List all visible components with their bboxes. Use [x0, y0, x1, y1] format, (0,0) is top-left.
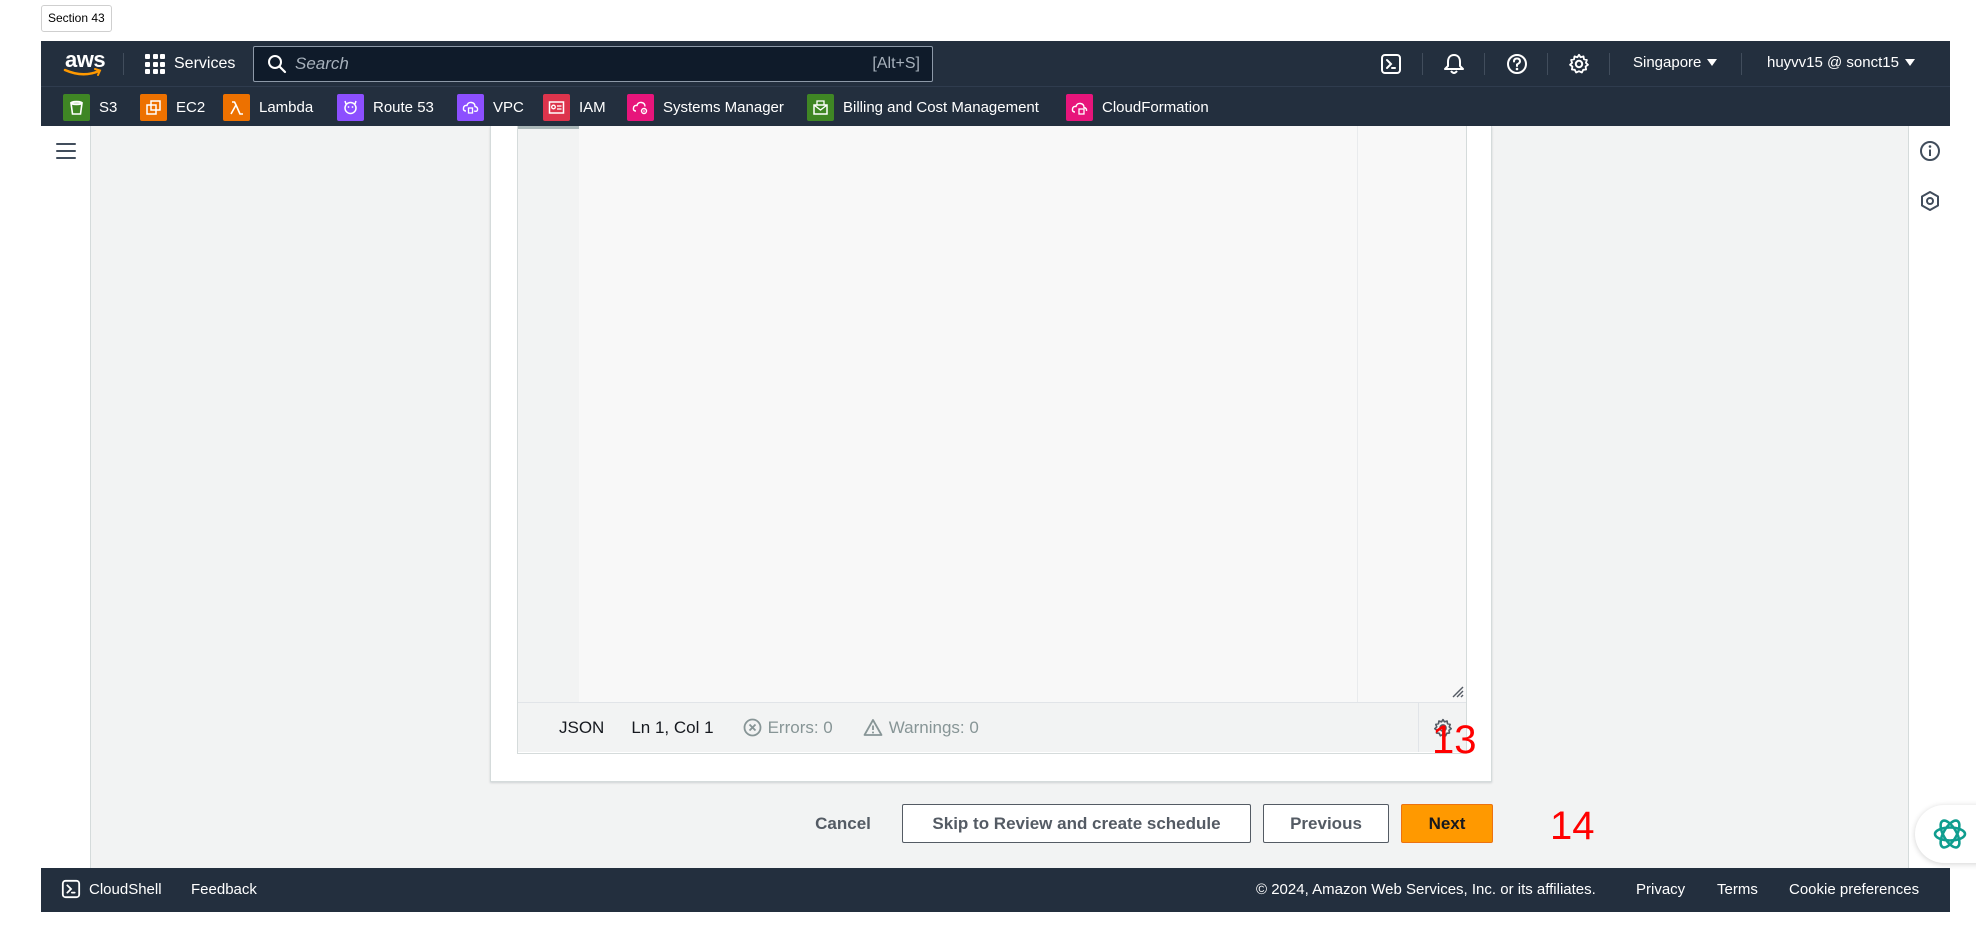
iam-icon [543, 94, 570, 121]
favorite-label: Lambda [259, 99, 314, 116]
warnings-indicator[interactable]: Warnings: 0 [863, 718, 979, 738]
aws-smile-icon [63, 68, 102, 76]
left-navigation-rail [41, 126, 91, 868]
favorite-label: S3 [99, 99, 118, 116]
nav-divider [1547, 53, 1548, 75]
favorite-route-53[interactable]: Route 53 [337, 94, 434, 121]
favorite-label: IAM [579, 99, 606, 116]
s3-icon [63, 94, 90, 121]
line-number-gutter [518, 126, 579, 702]
billing-icon [807, 94, 834, 121]
favorite-label: EC2 [176, 99, 206, 116]
bell-icon[interactable] [1443, 53, 1465, 75]
errors-count: Errors: 0 [767, 717, 833, 737]
favorite-ec2[interactable]: EC2 [140, 94, 205, 121]
skip-to-review-button[interactable]: Skip to Review and create schedule [902, 804, 1251, 843]
annotation-marker-14: 14 [1550, 804, 1595, 848]
footer-privacy-link[interactable]: Privacy [1636, 881, 1685, 898]
nav-divider [1422, 53, 1423, 75]
assistant-icon [1933, 819, 1967, 849]
nav-divider [1741, 53, 1742, 75]
ec2-icon [140, 94, 167, 121]
gear-icon[interactable] [1568, 53, 1590, 75]
region-label: Singapore [1633, 54, 1702, 71]
section-tag: Section 43 [41, 5, 112, 32]
editor-minimap [1357, 126, 1466, 702]
console-footer: CloudShell Feedback © 2024, Amazon Web S… [41, 868, 1950, 912]
code-text-area[interactable] [579, 126, 1357, 702]
systems-manager-icon [627, 94, 654, 121]
footer-copyright: © 2024, Amazon Web Services, Inc. or its… [1256, 881, 1596, 898]
nav-divider [123, 53, 124, 75]
hamburger-menu-icon[interactable] [56, 143, 76, 159]
caret-down-icon [1707, 59, 1718, 66]
info-icon[interactable] [1919, 140, 1941, 162]
search-shortcut: [Alt+S] [872, 55, 920, 72]
favorite-label: Route 53 [373, 99, 434, 116]
annotation-marker-13: 13 [1432, 718, 1477, 762]
favorite-label: CloudFormation [1102, 99, 1209, 116]
errors-indicator[interactable]: Errors: 0 [743, 718, 833, 738]
cancel-button[interactable]: Cancel [806, 804, 880, 843]
favorite-s3[interactable]: S3 [63, 94, 117, 121]
cloudshell-icon [61, 879, 81, 899]
help-icon[interactable] [1506, 53, 1528, 75]
footer-cloudshell-link[interactable]: CloudShell [61, 879, 162, 899]
right-tools-rail [1908, 126, 1950, 868]
error-icon [743, 718, 761, 737]
favorite-cloudformation[interactable]: CloudFormation [1066, 94, 1209, 121]
nav-divider [1609, 53, 1610, 75]
warning-icon [863, 719, 883, 736]
code-editor[interactable]: JSON Ln 1, Col 1 Errors: 0 Warnings: 0 [517, 126, 1467, 754]
favorite-billing[interactable]: Billing and Cost Management [807, 94, 1039, 121]
cloudformation-icon [1066, 94, 1093, 121]
services-button[interactable]: Services [145, 51, 235, 77]
gutter-active-line [518, 126, 579, 129]
warnings-count: Warnings: 0 [888, 717, 979, 737]
favorite-label: Billing and Cost Management [843, 99, 1039, 116]
aws-logo[interactable]: aws [63, 47, 107, 78]
search-input[interactable] [295, 54, 873, 74]
aws-console: aws Services [Alt+S] [41, 41, 1976, 912]
favorite-iam[interactable]: IAM [543, 94, 606, 121]
account-label: huyvv15 @ sonct15 [1767, 54, 1899, 71]
route53-icon [337, 94, 364, 121]
services-label: Services [174, 55, 236, 72]
editor-language: JSON [559, 717, 605, 737]
footer-cookie-preferences-link[interactable]: Cookie preferences [1789, 881, 1919, 898]
lambda-icon [223, 94, 250, 121]
favorite-label: Systems Manager [663, 99, 784, 116]
account-menu[interactable]: huyvv15 @ sonct15 [1767, 54, 1915, 71]
hexagon-settings-icon[interactable] [1919, 190, 1941, 212]
favorite-vpc[interactable]: VPC [457, 94, 524, 121]
footer-terms-link[interactable]: Terms [1717, 881, 1758, 898]
editor-status-bar: JSON Ln 1, Col 1 Errors: 0 Warnings: 0 [518, 702, 1466, 752]
footer-feedback-link[interactable]: Feedback [191, 881, 257, 898]
region-selector[interactable]: Singapore [1633, 54, 1718, 71]
apps-grid-icon [145, 54, 165, 74]
top-navigation: aws Services [Alt+S] [41, 41, 1950, 86]
vpc-icon [457, 94, 484, 121]
footer-cloudshell-label: CloudShell [89, 880, 162, 898]
search-icon [268, 55, 287, 74]
search-bar[interactable]: [Alt+S] [253, 46, 933, 82]
favorite-label: VPC [493, 99, 524, 116]
page: Section 43 aws Services Search [Alt+S] S… [0, 0, 1976, 945]
favorite-systems-manager[interactable]: Systems Manager [627, 94, 784, 121]
next-button[interactable]: Next [1401, 804, 1493, 843]
resize-handle-icon[interactable] [1450, 684, 1464, 698]
json-editor-panel: JSON Ln 1, Col 1 Errors: 0 Warnings: 0 [490, 126, 1492, 782]
favorite-lambda[interactable]: Lambda [223, 94, 313, 121]
cloudshell-icon[interactable] [1380, 53, 1402, 75]
nav-divider [1484, 53, 1485, 75]
caret-down-icon [1904, 59, 1915, 66]
amazon-q-assistant-button[interactable] [1915, 805, 1976, 863]
previous-button[interactable]: Previous [1263, 804, 1389, 843]
favorites-bar: S3 EC2 Lambda Route 53 VPC IAM Systems M… [41, 86, 1950, 126]
cursor-position: Ln 1, Col 1 [631, 717, 714, 737]
